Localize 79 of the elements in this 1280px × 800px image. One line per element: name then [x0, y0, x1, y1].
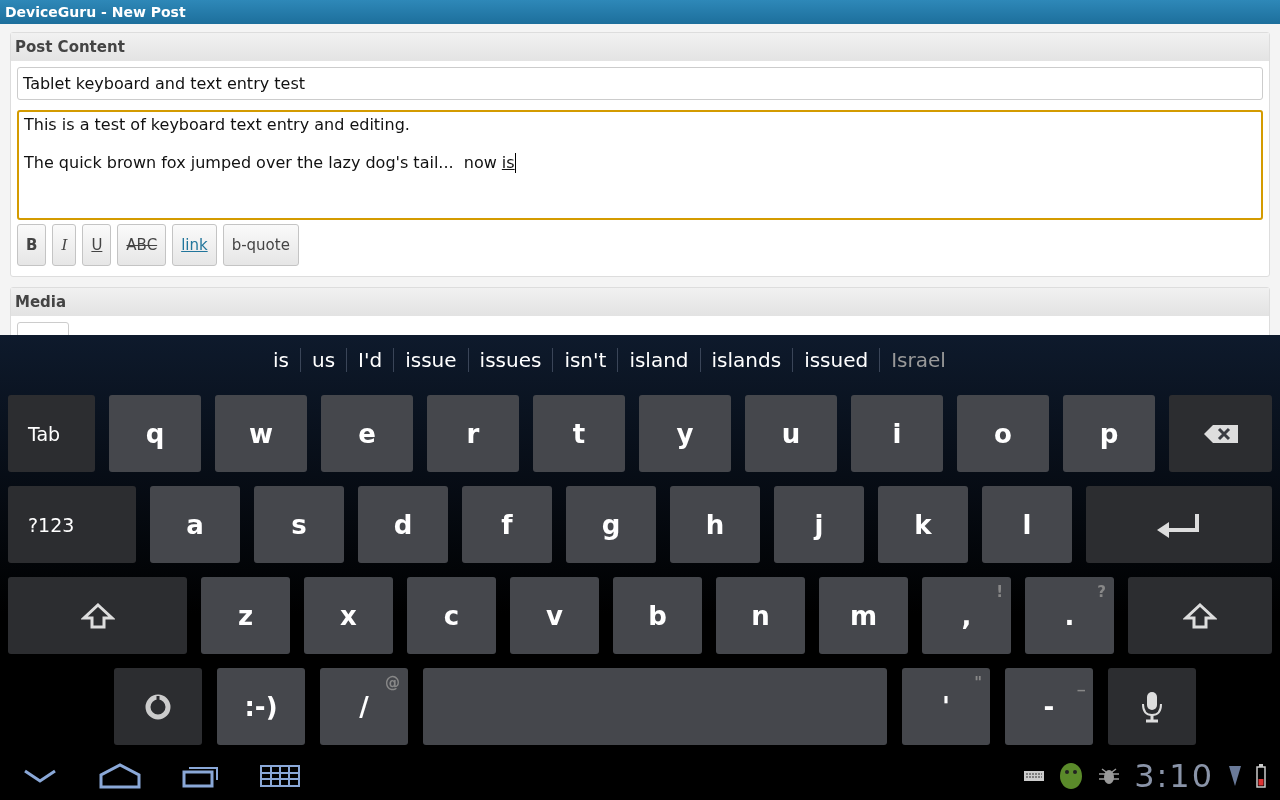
key[interactable]: n: [716, 577, 805, 654]
key[interactable]: l: [982, 486, 1072, 563]
suggestion-word[interactable]: is: [262, 348, 300, 372]
post-body-field[interactable]: This is a test of keyboard text entry and editing. The quick brown fox jumped over the lazy dog's tail... now is: [17, 110, 1263, 220]
suggestion-word[interactable]: issue: [394, 348, 468, 372]
key[interactable]: j: [774, 486, 864, 563]
keyboard-icon: [1024, 771, 1045, 781]
symbols-key[interactable]: ?123: [8, 486, 136, 563]
key[interactable]: b: [613, 577, 702, 654]
microphone-icon: [1141, 690, 1163, 723]
title-field[interactable]: Tablet keyboard and text entry test: [17, 67, 1263, 100]
strike-button[interactable]: ABC: [117, 224, 167, 266]
underline-button[interactable]: U: [82, 224, 112, 266]
key[interactable]: z: [201, 577, 290, 654]
key[interactable]: a: [150, 486, 240, 563]
key-hint: ?: [1097, 583, 1106, 601]
clock: 3:10: [1134, 757, 1214, 795]
key[interactable]: - _: [1005, 668, 1093, 745]
key[interactable]: e: [321, 395, 413, 472]
key-hint: !: [996, 583, 1003, 601]
section-heading: Media: [15, 293, 67, 311]
battery-icon: [1256, 764, 1266, 788]
key[interactable]: , !: [922, 577, 1011, 654]
key[interactable]: k: [878, 486, 968, 563]
key[interactable]: / @: [320, 668, 408, 745]
key[interactable]: :-): [217, 668, 305, 745]
key[interactable]: m: [819, 577, 908, 654]
suggestion-word[interactable]: us: [301, 348, 347, 372]
key[interactable]: g: [566, 486, 656, 563]
suggestion-word[interactable]: isn't: [553, 348, 618, 372]
home-icon[interactable]: [98, 763, 142, 789]
key[interactable]: p: [1063, 395, 1155, 472]
recent-apps-icon[interactable]: [182, 764, 220, 788]
android-icon: [1058, 761, 1085, 791]
bug-icon: [1098, 766, 1121, 786]
shift-icon: [80, 602, 115, 629]
key[interactable]: . ?: [1025, 577, 1114, 654]
keyboard-icon[interactable]: [260, 765, 300, 787]
window-title: DeviceGuru - New Post: [5, 4, 186, 20]
key[interactable]: ' ": [902, 668, 990, 745]
key[interactable]: t: [533, 395, 625, 472]
key-hint: ": [974, 674, 982, 692]
key[interactable]: y: [639, 395, 731, 472]
backspace-icon: [1202, 423, 1239, 444]
shift-key[interactable]: [8, 577, 187, 654]
key[interactable]: q: [109, 395, 201, 472]
settings-icon: [145, 693, 171, 720]
link-button[interactable]: link: [172, 224, 217, 266]
back-icon[interactable]: [22, 767, 58, 785]
key[interactable]: h: [670, 486, 760, 563]
key[interactable]: f: [462, 486, 552, 563]
key-hint: _: [1077, 674, 1085, 692]
italic-button[interactable]: I: [52, 224, 77, 266]
key[interactable]: o: [957, 395, 1049, 472]
microphone-key[interactable]: [1108, 668, 1196, 745]
key[interactable]: c: [407, 577, 496, 654]
key[interactable]: d: [358, 486, 448, 563]
shift-key[interactable]: [1128, 577, 1272, 654]
suggestion-word[interactable]: issues: [468, 348, 553, 372]
key[interactable]: u: [745, 395, 837, 472]
suggestion-word[interactable]: issued: [793, 348, 880, 372]
suggestion-word[interactable]: I'd: [347, 348, 394, 372]
key[interactable]: i: [851, 395, 943, 472]
key[interactable]: w: [215, 395, 307, 472]
key-hint: @: [385, 674, 400, 692]
key[interactable]: r: [427, 395, 519, 472]
tab-key[interactable]: Tab: [8, 395, 95, 472]
suggestion-word[interactable]: islands: [700, 348, 793, 372]
key[interactable]: v: [510, 577, 599, 654]
plain-button[interactable]: b-quote: [222, 224, 299, 266]
shift-icon: [1183, 602, 1217, 629]
suggestion-word[interactable]: Israel: [880, 348, 957, 372]
bold-button[interactable]: B: [17, 224, 47, 266]
key[interactable]: x: [304, 577, 393, 654]
key[interactable]: s: [254, 486, 344, 563]
backspace-key[interactable]: [1169, 395, 1272, 472]
settings-key[interactable]: [114, 668, 202, 745]
suggestion-word[interactable]: island: [618, 348, 700, 372]
section-heading: Post Content: [15, 38, 125, 56]
